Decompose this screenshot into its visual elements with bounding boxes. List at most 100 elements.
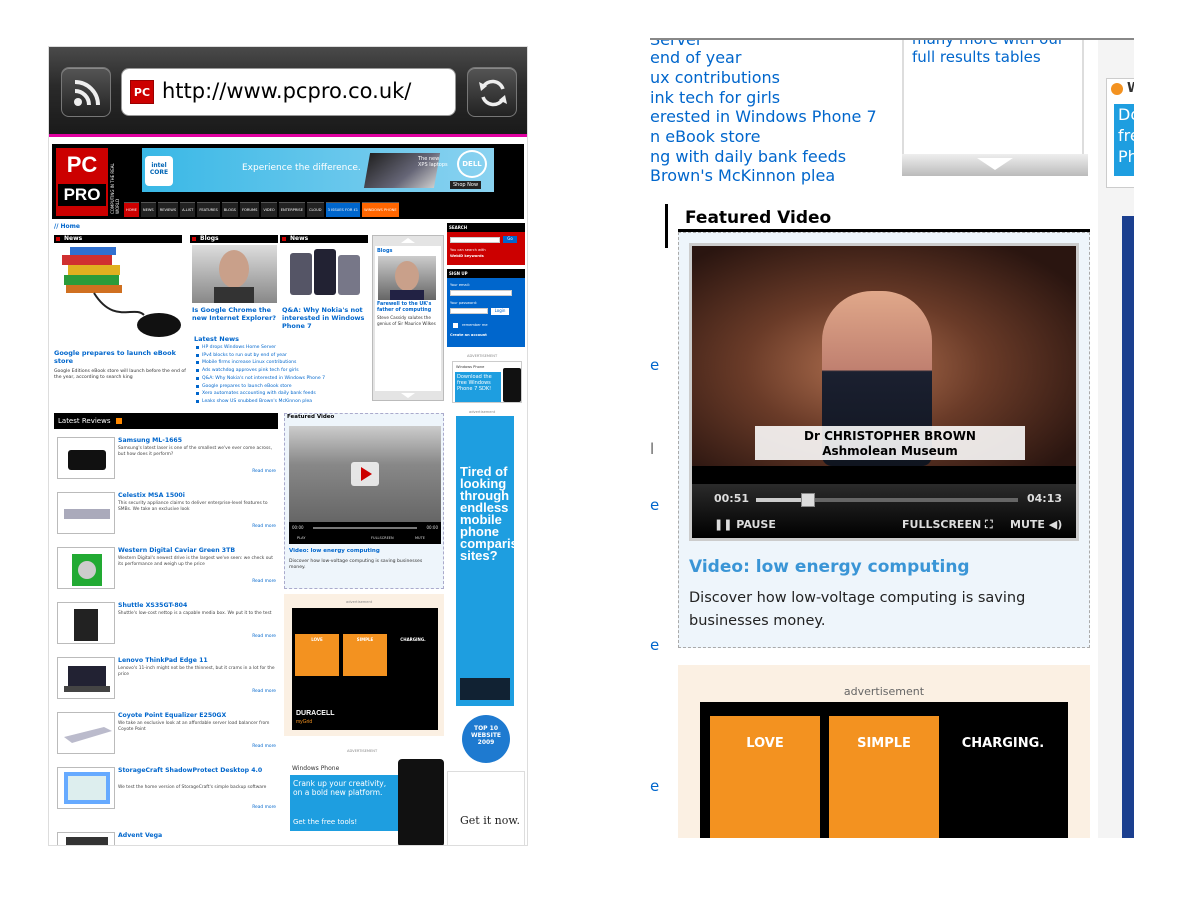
latest-news-item[interactable]: HP drops Windows Home Server [196, 344, 372, 352]
video-mute-small[interactable]: MUTE [415, 536, 425, 540]
zoom-news-fragment[interactable]: Brown's McKinnon plea [650, 166, 835, 185]
review-title[interactable]: Advent Vega [118, 832, 162, 839]
blogs-title[interactable]: Is Google Chrome the new Internet Explor… [192, 306, 278, 322]
search-input[interactable] [450, 237, 500, 243]
read-more-link[interactable]: Read more [252, 634, 276, 639]
nav-cloud[interactable]: CLOUD [306, 202, 324, 217]
results-text-2[interactable]: full results tables [912, 48, 1041, 67]
search-hint-keywords[interactable]: WebID keywords [450, 254, 484, 258]
review-thumb[interactable] [57, 657, 115, 699]
video-seek-small[interactable] [313, 527, 417, 529]
mute-button[interactable]: MUTE ◀) [1010, 518, 1062, 531]
table-row[interactable]: Western Digital Caviar Green 3TB Western… [54, 547, 278, 602]
table-row[interactable]: StorageCraft ShadowProtect Desktop 4.0 W… [54, 767, 278, 832]
wp-big-cta[interactable]: Get the free tools! [293, 818, 357, 826]
nav-news[interactable]: NEWS [140, 202, 156, 217]
wp-small-ad[interactable]: Windows Phone Download the free Windows … [452, 361, 522, 403]
table-row[interactable]: Samsung ML-1665 Samsung's latest laser i… [54, 437, 278, 492]
table-row[interactable]: Celestix MSA 1500i This security applian… [54, 492, 278, 547]
review-title[interactable]: Samsung ML-1665 [118, 437, 182, 444]
nav-blogs[interactable]: BLOGS [221, 202, 238, 217]
nokia-phones-image[interactable] [282, 245, 367, 303]
zoom-news-fragment[interactable]: ng with daily bank feeds [650, 147, 846, 166]
featured-video-title[interactable]: Video: low energy computing [689, 557, 970, 577]
review-thumb[interactable] [57, 712, 115, 754]
table-row[interactable]: Coyote Point Equalizer E250GX We take an… [54, 712, 278, 767]
review-thumb[interactable] [57, 832, 115, 845]
email-field[interactable] [450, 290, 512, 296]
shop-now-button[interactable]: Shop Now [450, 181, 482, 189]
nav-forums[interactable]: FORUMS [239, 202, 260, 217]
carousel-title[interactable]: Farewell to the UK's father of computing [377, 302, 441, 314]
table-row[interactable]: Shuttle XS35GT-804 Shuttle's low-cost ne… [54, 602, 278, 657]
video-player-small[interactable]: 00:00 00:00 PLAY FULLSCREEN MUTE [289, 426, 441, 544]
review-title[interactable]: Shuttle XS35GT-804 [118, 602, 187, 609]
video-play-label-small[interactable]: PLAY [297, 536, 305, 540]
password-field[interactable] [450, 308, 488, 314]
create-account-link[interactable]: Create an account [450, 333, 487, 337]
get-it-ad[interactable]: Get it now. [447, 771, 525, 845]
video-seek-bar[interactable] [756, 493, 1018, 507]
search-go-button[interactable]: Go [503, 236, 517, 243]
read-more-link[interactable]: Read more [252, 689, 276, 694]
review-thumb[interactable] [57, 602, 115, 644]
video-player[interactable]: Dr CHRISTOPHER BROWN Ashmolean Museum 00… [689, 243, 1079, 541]
featured-video-title-small[interactable]: Video: low energy computing [289, 547, 380, 555]
blogger-photo[interactable] [192, 245, 277, 303]
read-more-stub[interactable]: e [650, 356, 659, 374]
remember-checkbox[interactable] [453, 323, 458, 328]
nav-home[interactable]: HOME [124, 202, 139, 217]
latest-news-item[interactable]: Q&A: Why Nokia's not interested in Windo… [196, 375, 372, 383]
breadcrumb[interactable]: // Home [54, 223, 80, 230]
review-title[interactable]: Celestix MSA 1500i [118, 492, 185, 499]
read-more-link[interactable]: Read more [252, 744, 276, 749]
read-more-stub[interactable]: e [650, 636, 659, 654]
carousel-up-arrow[interactable] [401, 238, 415, 243]
url-input[interactable]: PC http://www.pcpro.co.uk/ [121, 68, 456, 116]
latest-news-item[interactable]: Xero automates accounting with daily ban… [196, 390, 372, 398]
nav-a-list[interactable]: A-LIST [180, 202, 196, 217]
zoom-news-fragment[interactable]: end of year [650, 48, 741, 67]
read-more-link[interactable]: Read more [252, 805, 276, 810]
nav-reviews[interactable]: REVIEWS [157, 202, 179, 217]
nav-windows-phone[interactable]: WINDOWS PHONE [362, 202, 399, 217]
carousel-down-arrow-zoomed[interactable] [902, 154, 1088, 176]
tired-ad-stub[interactable] [1122, 216, 1134, 838]
latest-news-item[interactable]: IPv4 blocks to run out by end of year [196, 352, 372, 360]
news-lead-title[interactable]: Google prepares to launch eBook store [54, 349, 184, 365]
rss-button[interactable] [61, 67, 111, 117]
zoom-news-fragment[interactable]: n eBook store [650, 127, 760, 146]
table-row[interactable]: Lenovo ThinkPad Edge 11 Lenovo's 11-inch… [54, 657, 278, 712]
latest-news-item[interactable]: Mobile firms increase Linux contribution… [196, 359, 372, 367]
refresh-button[interactable] [467, 67, 517, 117]
read-more-stub[interactable]: e [650, 496, 659, 514]
zoom-news-fragment[interactable]: erested in Windows Phone 7 [650, 107, 877, 126]
duracell-ad[interactable]: LOVE SIMPLE CHARGING. [700, 702, 1068, 838]
zoom-news-fragment[interactable]: ink tech for girls [650, 88, 780, 107]
read-more-link[interactable]: Read more [252, 469, 276, 474]
review-title[interactable]: Lenovo ThinkPad Edge 11 [118, 657, 208, 664]
top10-badge[interactable]: TOP 10 WEBSITE 2009 [462, 715, 510, 763]
tired-ad[interactable]: Tired of looking through endless mobile … [456, 416, 526, 706]
nav-features[interactable]: FEATURES [197, 202, 220, 217]
review-thumb[interactable] [57, 492, 115, 534]
review-title[interactable]: Coyote Point Equalizer E250GX [118, 712, 226, 719]
read-more-link[interactable]: Read more [252, 524, 276, 529]
books-mouse-image[interactable] [54, 245, 184, 345]
review-thumb[interactable] [57, 767, 115, 809]
review-thumb[interactable] [57, 547, 115, 589]
read-more-link[interactable]: Read more [252, 579, 276, 584]
carousel-down-arrow[interactable] [401, 393, 415, 398]
wp-big-ad[interactable]: Windows Phone Crank up your creativity, … [290, 759, 444, 845]
fullscreen-button[interactable]: FULLSCREEN ⛶ [902, 518, 993, 532]
nav-enterprise[interactable]: ENTERPRISE [278, 202, 305, 217]
wp-ad-stub-text[interactable]: Do fre Ph [1114, 104, 1134, 176]
latest-news-item[interactable]: Leaks show US snubbed Brown's McKinnon p… [196, 398, 372, 406]
news2-title[interactable]: Q&A: Why Nokia's not interested in Windo… [282, 306, 368, 330]
carousel-photo[interactable] [378, 256, 436, 300]
read-more-stub[interactable]: e [650, 777, 659, 795]
video-fullscreen-small[interactable]: FULLSCREEN [371, 536, 394, 540]
zoom-news-fragment[interactable]: ux contributions [650, 68, 780, 87]
site-logo[interactable]: PC PRO [56, 148, 108, 216]
review-title[interactable]: StorageCraft ShadowProtect Desktop 4.0 [118, 767, 278, 774]
